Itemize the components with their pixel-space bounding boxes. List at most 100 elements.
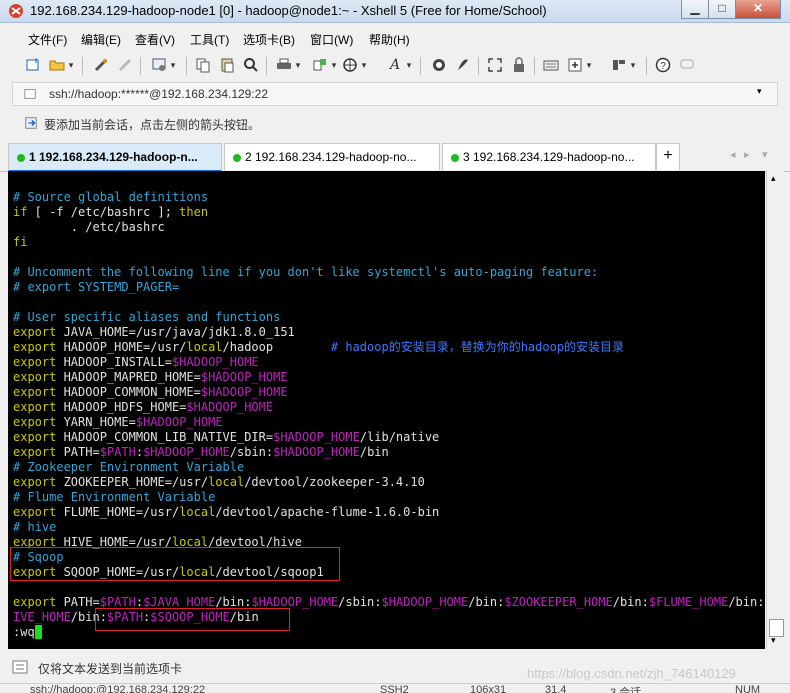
terminal-text: export: [13, 430, 57, 444]
new-tab-button[interactable]: +: [656, 143, 680, 170]
terminal-text: /devtool/apache-flume-1.6.0-bin: [215, 505, 440, 519]
fullscreen-icon[interactable]: [486, 56, 504, 74]
menu-tools[interactable]: 工具(T): [190, 31, 229, 48]
terminal-line: fi: [13, 235, 27, 250]
terminal-line: if [ -f /etc/bashrc ]; then: [13, 205, 208, 220]
terminal-text: fi: [13, 235, 28, 249]
xftp-icon[interactable]: [430, 56, 448, 74]
chevron-down-icon[interactable]: ▾: [66, 56, 76, 74]
chevron-down-icon[interactable]: ▾: [168, 56, 178, 74]
tab-list-icon[interactable]: ▾: [762, 148, 768, 161]
chevron-down-icon[interactable]: ▾: [293, 56, 303, 74]
chevron-down-icon[interactable]: ▾: [359, 56, 369, 74]
terminal-line: export HADOOP_COMMON_LIB_NATIVE_DIR=$HAD…: [13, 430, 439, 445]
address-input[interactable]: [49, 87, 729, 101]
terminal-text: HADOOP_COMMON_LIB_NATIVE_DIR=: [56, 430, 274, 444]
terminal-line: # hive: [13, 520, 56, 535]
keyboard-icon[interactable]: [542, 56, 560, 74]
disconnect-icon[interactable]: [116, 56, 134, 74]
terminal-text: /bin:: [612, 595, 649, 609]
add-icon[interactable]: [566, 56, 584, 74]
close-button[interactable]: ✕: [735, 0, 781, 19]
terminal-text: # Uncomment the following line if you do…: [13, 265, 599, 279]
terminal-text: $ZOOKEEPER_HOME: [504, 595, 613, 609]
terminal-line: export HADOOP_INSTALL=$HADOOP_HOME: [13, 355, 259, 370]
terminal-text: HADOOP_HDFS_HOME=: [56, 400, 187, 414]
terminal-text: export: [13, 400, 57, 414]
help-icon[interactable]: ?: [654, 56, 672, 74]
terminal-text: $HADOOP_HOME: [200, 385, 288, 399]
bookmark-arrow-icon[interactable]: [24, 116, 38, 130]
tab-session-3[interactable]: 3 192.168.234.129-hadoop-no...: [442, 143, 656, 170]
tab-label: 1 192.168.234.129-hadoop-n...: [29, 150, 198, 164]
open-folder-icon[interactable]: [48, 56, 66, 74]
address-bar[interactable]: ▾: [12, 82, 778, 106]
terminal-line: export HADOOP_HOME=/usr/local/hadoop # h…: [13, 340, 624, 355]
copy-icon[interactable]: [194, 56, 212, 74]
terminal-screen[interactable]: # Source global definitions if [ -f /etc/…: [8, 171, 765, 649]
terminal-text: $HADOOP_HOME: [381, 595, 469, 609]
terminal-text: # hive: [13, 520, 57, 534]
layout-icon[interactable]: [610, 56, 628, 74]
menu-edit[interactable]: 编辑(E): [81, 31, 121, 48]
scroll-down-icon[interactable]: ▾: [771, 635, 776, 646]
terminal-text: export: [13, 340, 57, 354]
terminal-text: local: [186, 340, 223, 354]
tab-session-2[interactable]: 2 192.168.234.129-hadoop-no...: [224, 143, 440, 170]
menu-bar: 文件(F) 编辑(E) 查看(V) 工具(T) 选项卡(B) 窗口(W) 帮助(…: [0, 28, 790, 48]
terminal-text: /bin:: [215, 595, 252, 609]
terminal-text: $FLUME_HOME: [648, 595, 729, 609]
tab-scroll-left-icon[interactable]: ◂: [730, 148, 736, 161]
toolbar-separator: [478, 57, 479, 75]
find-icon[interactable]: [242, 56, 260, 74]
properties-icon[interactable]: [150, 56, 168, 74]
menu-view[interactable]: 查看(V): [135, 31, 175, 48]
terminal-text: IVE_HOME: [13, 610, 71, 624]
connect-icon[interactable]: [92, 56, 110, 74]
xmanager-icon[interactable]: [454, 56, 472, 74]
chevron-down-icon[interactable]: ▾: [329, 56, 339, 74]
tab-session-1[interactable]: 1 192.168.234.129-hadoop-n...: [8, 143, 222, 173]
scroll-up-icon[interactable]: ▴: [771, 173, 776, 184]
connected-status-icon: [17, 154, 25, 162]
menu-window[interactable]: 窗口(W): [310, 31, 353, 48]
terminal-text: $PATH: [99, 595, 136, 609]
terminal-line: # export SYSTEMD_PAGER=: [13, 280, 179, 295]
terminal-text: # User specific aliases and functions: [13, 310, 281, 324]
menu-file[interactable]: 文件(F): [28, 31, 67, 48]
terminal-line: export HADOOP_HDFS_HOME=$HADOOP_HOME: [13, 400, 273, 415]
sqoop-highlight-box: [10, 547, 340, 581]
globe-icon[interactable]: [341, 56, 359, 74]
terminal-text: :wq: [13, 625, 35, 639]
paste-icon[interactable]: [218, 56, 236, 74]
toolbar-separator: [186, 57, 187, 75]
terminal-text: :: [135, 595, 144, 609]
tab-scroll-right-icon[interactable]: ▸: [744, 148, 750, 161]
lock-icon[interactable]: [510, 56, 528, 74]
transfer-icon[interactable]: [311, 56, 329, 74]
new-session-icon[interactable]: [24, 56, 42, 74]
chevron-down-icon[interactable]: ▾: [404, 56, 414, 74]
print-icon[interactable]: [275, 56, 293, 74]
window-title: 192.168.234.129-hadoop-node1 [0] - hadoo…: [30, 3, 547, 18]
window-title-bar[interactable]: 192.168.234.129-hadoop-node1 [0] - hadoo…: [0, 0, 790, 23]
terminal-text: HADOOP_HOME=/usr/: [56, 340, 187, 354]
toolbar-separator: [534, 57, 535, 75]
terminal-text: YARN_HOME=: [56, 415, 136, 429]
chevron-down-icon[interactable]: ▾: [584, 56, 594, 74]
connected-status-icon: [451, 154, 459, 162]
toolbar-separator: [266, 57, 267, 75]
minimize-button[interactable]: ▁: [681, 0, 709, 19]
chevron-down-icon[interactable]: ▾: [757, 86, 762, 97]
font-icon[interactable]: A: [386, 56, 404, 74]
xshell-app-icon: [9, 4, 23, 18]
terminal-scrollbar[interactable]: ▴ ▾: [766, 171, 784, 649]
chat-icon[interactable]: [678, 56, 696, 74]
maximize-button[interactable]: □: [708, 0, 736, 19]
menu-tabs[interactable]: 选项卡(B): [243, 31, 295, 48]
chevron-down-icon[interactable]: ▾: [628, 56, 638, 74]
compose-menu-icon[interactable]: [12, 660, 28, 674]
terminal-text: # export SYSTEMD_PAGER=: [13, 280, 180, 294]
menu-help[interactable]: 帮助(H): [369, 31, 410, 48]
watermark: https://blog.csdn.net/zjh_746140129: [527, 666, 736, 681]
